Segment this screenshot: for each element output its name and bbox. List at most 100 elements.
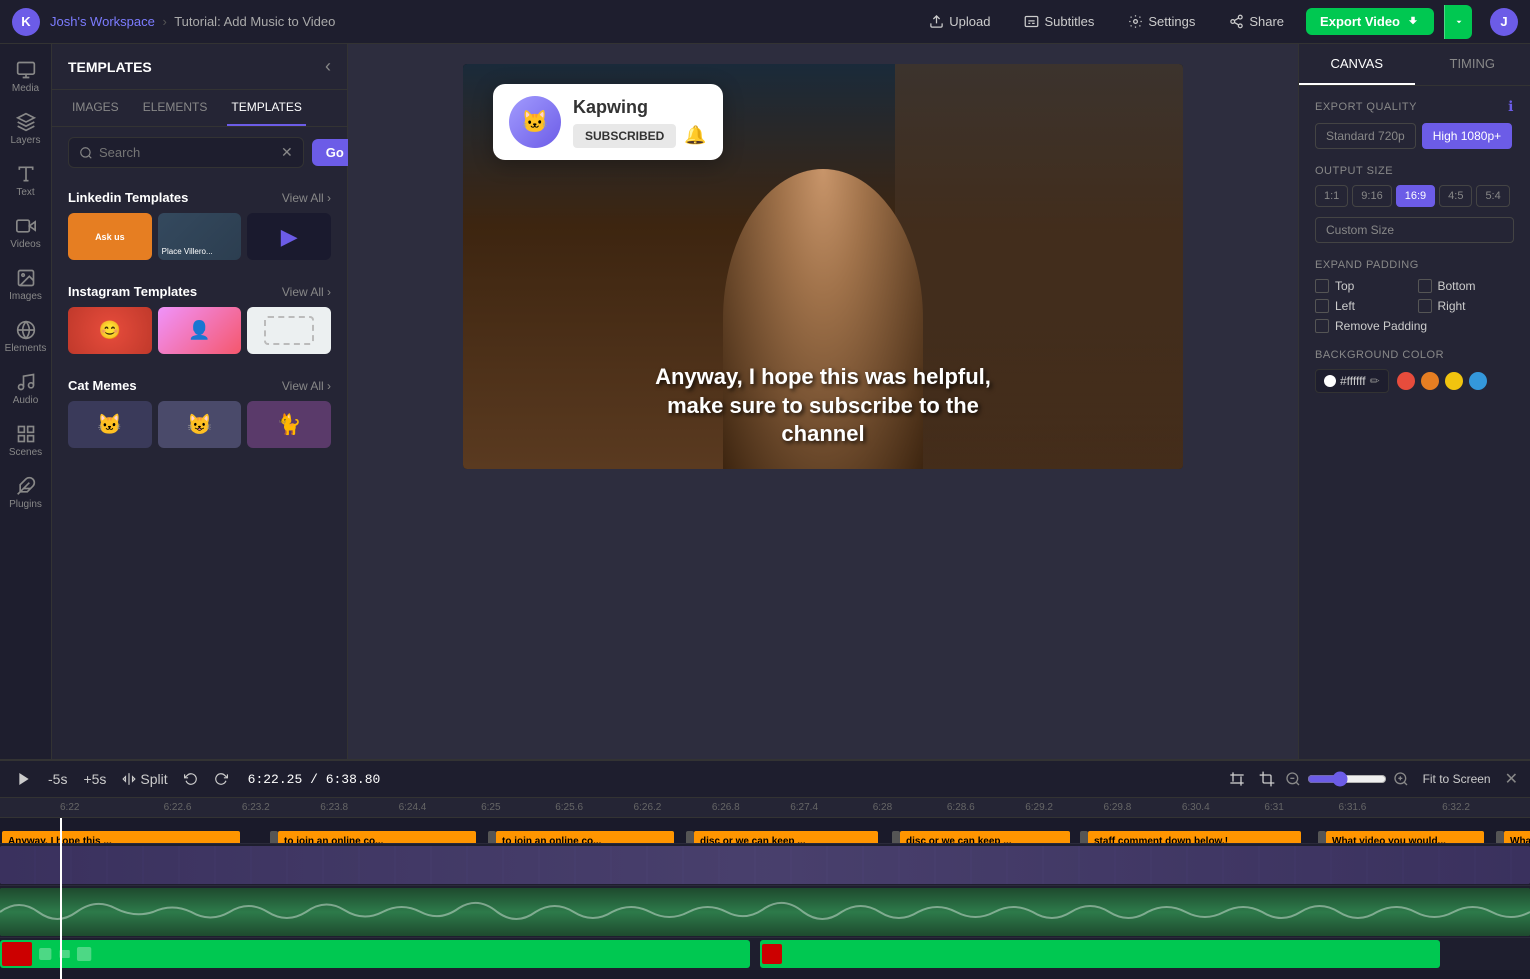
linkedin-view-all[interactable]: View All › xyxy=(282,191,331,205)
background-color-label: BACKGROUND COLOR xyxy=(1315,349,1514,361)
tab-timing[interactable]: TIMING xyxy=(1415,44,1530,85)
ruler-mark-11: 6:28.6 xyxy=(922,802,1000,813)
padding-right[interactable]: Right xyxy=(1418,299,1515,313)
video-track[interactable] xyxy=(0,844,1530,886)
padding-top-checkbox[interactable] xyxy=(1315,279,1329,293)
padding-bottom[interactable]: Bottom xyxy=(1418,279,1515,293)
padding-left-checkbox[interactable] xyxy=(1315,299,1329,313)
user-avatar[interactable]: J xyxy=(1490,8,1518,36)
subscribed-button[interactable]: SUBSCRIBED xyxy=(573,124,676,148)
ruler-mark-14: 6:30.4 xyxy=(1157,802,1235,813)
padding-right-checkbox[interactable] xyxy=(1418,299,1432,313)
remove-padding-checkbox[interactable] xyxy=(1315,319,1329,333)
redo-button[interactable] xyxy=(210,768,232,790)
close-timeline-button[interactable]: ✕ xyxy=(1505,769,1518,789)
template-thumb-6[interactable] xyxy=(247,307,331,354)
minus5-button[interactable]: -5s xyxy=(44,767,71,791)
template-thumb-2[interactable]: Place Villero... xyxy=(158,213,242,260)
left-panel-header: TEMPLATES ‹ xyxy=(52,44,347,90)
share-button[interactable]: Share xyxy=(1217,9,1296,34)
playhead[interactable] xyxy=(60,818,62,979)
swatch-blue[interactable] xyxy=(1469,372,1487,390)
sidebar-item-scenes[interactable]: Scenes xyxy=(3,416,49,466)
sidebar-item-plugins[interactable]: Plugins xyxy=(3,468,49,518)
template-thumb-1[interactable]: Ask us xyxy=(68,213,152,260)
template-thumb-4[interactable]: 😊 xyxy=(68,307,152,354)
timeline-time: 6:22.25 / 6:38.80 xyxy=(248,772,381,787)
split-button[interactable]: Split xyxy=(118,767,171,791)
sidebar-item-audio[interactable]: Audio xyxy=(3,364,49,414)
audio-track[interactable] xyxy=(0,886,1530,938)
swatch-yellow[interactable] xyxy=(1445,372,1463,390)
padding-left[interactable]: Left xyxy=(1315,299,1412,313)
workspace-link[interactable]: Josh's Workspace › Tutorial: Add Music t… xyxy=(50,14,335,29)
sidebar-item-videos[interactable]: Videos xyxy=(3,208,49,258)
template-thumb-8[interactable]: 😺 xyxy=(158,401,242,448)
subtitle-seg-2[interactable]: to join an online co... xyxy=(496,831,674,845)
zoom-slider[interactable] xyxy=(1307,771,1387,787)
bg-color-hex[interactable]: #ffffff ✏ xyxy=(1315,369,1389,393)
export-quality-info-icon[interactable]: ℹ xyxy=(1508,98,1514,115)
settings-button[interactable]: Settings xyxy=(1116,9,1207,34)
fit-screen-button[interactable]: Fit to Screen xyxy=(1415,768,1499,790)
subtitle-seg-7[interactable]: What video yo xyxy=(1504,831,1530,845)
export-dropdown[interactable] xyxy=(1444,5,1472,39)
undo-button[interactable] xyxy=(180,768,202,790)
template-thumb-3[interactable]: ▶ xyxy=(247,213,331,260)
template-thumb-7[interactable]: 🐱 xyxy=(68,401,152,448)
subtitle-seg-1[interactable]: to join an online co... xyxy=(278,831,476,845)
subtitles-button[interactable]: Subtitles xyxy=(1012,9,1106,34)
upload-button[interactable]: Upload xyxy=(917,9,1002,34)
sidebar-item-elements[interactable]: Elements xyxy=(3,312,49,362)
sidebar-item-layers[interactable]: Layers xyxy=(3,104,49,154)
instagram-view-all[interactable]: View All › xyxy=(282,285,331,299)
size-16-9-button[interactable]: 16:9 xyxy=(1396,185,1435,207)
kapwing-info: Kapwing SUBSCRIBED 🔔 xyxy=(573,97,707,148)
subscribe-card: 🐱 Kapwing SUBSCRIBED 🔔 xyxy=(493,84,723,160)
catmemes-view-all[interactable]: View All › xyxy=(282,379,331,393)
search-clear-button[interactable]: ✕ xyxy=(281,144,293,161)
padding-options-grid: Top Bottom Left Right xyxy=(1315,279,1514,313)
sidebar-item-media[interactable]: Media xyxy=(3,52,49,102)
subtitle-seg-4[interactable]: disc or we can keep ... xyxy=(900,831,1070,845)
search-input[interactable] xyxy=(99,145,275,160)
sidebar-item-text[interactable]: Text xyxy=(3,156,49,206)
music-track[interactable] xyxy=(0,938,1530,970)
subtitle-seg-6[interactable]: What video you would... xyxy=(1326,831,1484,845)
template-thumb-5[interactable]: 👤 xyxy=(158,307,242,354)
size-9-16-button[interactable]: 9:16 xyxy=(1352,185,1391,207)
bell-icon[interactable]: 🔔 xyxy=(684,125,706,146)
export-button[interactable]: Export Video xyxy=(1306,8,1434,35)
instagram-section-title: Instagram Templates xyxy=(68,284,197,299)
video-caption: Anyway, I hope this was helpful, make su… xyxy=(643,363,1003,449)
right-panel-content: EXPORT QUALITY ℹ Standard 720p High 1080… xyxy=(1299,86,1530,759)
padding-top[interactable]: Top xyxy=(1315,279,1412,293)
tab-images[interactable]: IMAGES xyxy=(68,90,123,126)
remove-padding[interactable]: Remove Padding xyxy=(1315,319,1514,333)
subtitle-seg-5[interactable]: staff comment down below.! xyxy=(1088,831,1301,845)
subtitle-seg-0[interactable]: Anyway, I hope this ... xyxy=(2,831,240,845)
tab-elements[interactable]: ELEMENTS xyxy=(139,90,212,126)
tab-canvas[interactable]: CANVAS xyxy=(1299,44,1415,85)
crop-button[interactable] xyxy=(1255,767,1279,791)
sidebar-item-images[interactable]: Images xyxy=(3,260,49,310)
custom-size-button[interactable]: Custom Size xyxy=(1315,217,1514,243)
size-4-5-button[interactable]: 4:5 xyxy=(1439,185,1472,207)
left-panel-close-button[interactable]: ‹ xyxy=(325,56,331,77)
plus5-button[interactable]: +5s xyxy=(79,767,110,791)
padding-bottom-checkbox[interactable] xyxy=(1418,279,1432,293)
quality-standard-button[interactable]: Standard 720p xyxy=(1315,123,1416,149)
swatch-orange[interactable] xyxy=(1421,372,1439,390)
tab-templates[interactable]: TEMPLATES xyxy=(227,90,305,126)
ruler-mark-2: 6:23.2 xyxy=(217,802,295,813)
subtitle-seg-3[interactable]: disc or we can keep ... xyxy=(694,831,878,845)
ruler-mark-12: 6:29.2 xyxy=(1000,802,1078,813)
size-1-1-button[interactable]: 1:1 xyxy=(1315,185,1348,207)
play-button[interactable] xyxy=(12,767,36,791)
trim-button[interactable] xyxy=(1225,767,1249,791)
size-5-4-button[interactable]: 5:4 xyxy=(1476,185,1509,207)
edit-color-icon[interactable]: ✏ xyxy=(1370,374,1380,388)
template-thumb-9[interactable]: 🐈 xyxy=(247,401,331,448)
swatch-red[interactable] xyxy=(1397,372,1415,390)
quality-high-button[interactable]: High 1080p+ xyxy=(1422,123,1512,149)
